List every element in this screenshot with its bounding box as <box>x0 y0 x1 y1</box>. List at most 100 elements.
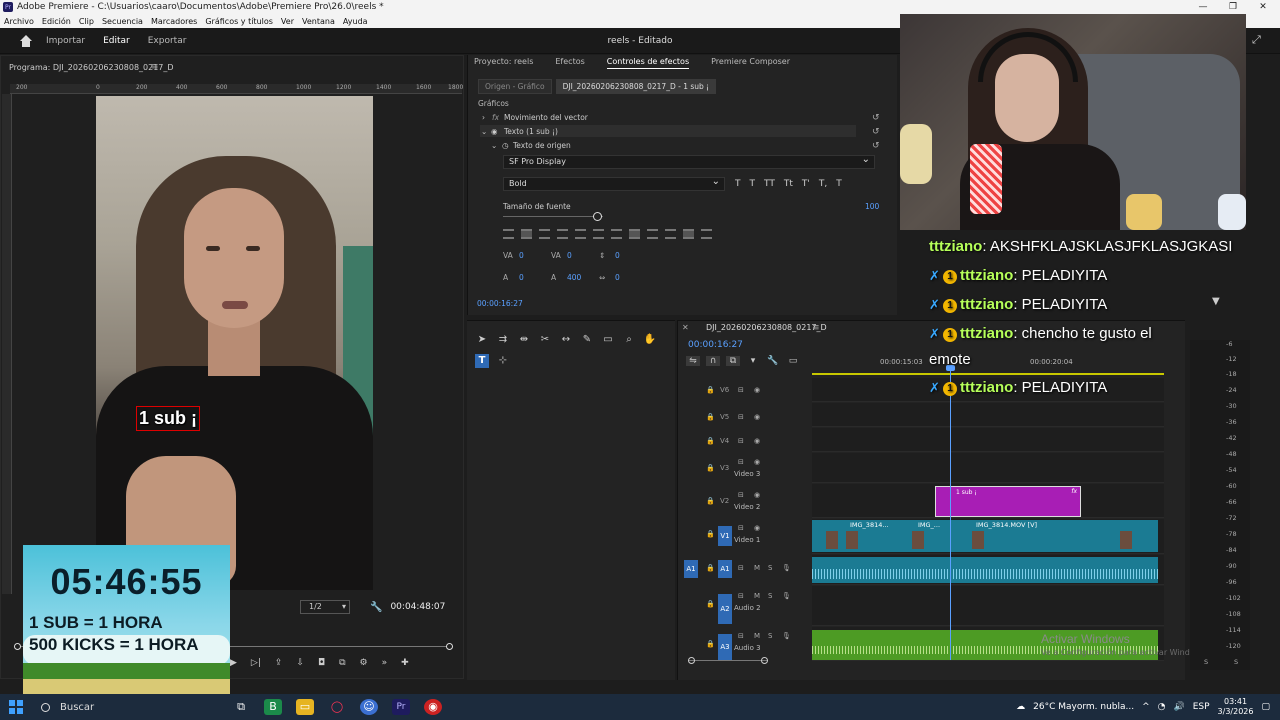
slip-tool-icon[interactable]: ↔ <box>559 333 573 347</box>
timeline-timecode[interactable]: 00:00:16:27 <box>688 340 743 350</box>
menu-graficos[interactable]: Gráficos y títulos <box>205 17 273 26</box>
superscript-button[interactable]: T' <box>802 179 810 189</box>
linked-selection-icon[interactable]: ⧉ <box>726 356 740 366</box>
clip-audio-1[interactable] <box>812 557 1158 583</box>
mute-button[interactable]: M <box>754 592 760 600</box>
kerning-value[interactable]: 0 <box>519 251 551 260</box>
lock-icon[interactable]: 🔒 <box>706 497 715 505</box>
tab-proyecto[interactable]: Proyecto: reels <box>474 57 533 69</box>
font-size-slider[interactable] <box>503 216 603 217</box>
mute-button[interactable]: M <box>754 632 760 640</box>
justify-right-icon[interactable] <box>593 229 604 239</box>
track-target-a2[interactable]: A2 <box>718 594 732 624</box>
sync-icon[interactable]: ⊟ <box>738 632 744 640</box>
menu-marcadores[interactable]: Marcadores <box>151 17 197 26</box>
track-target-a3[interactable]: A3 <box>718 634 732 660</box>
font-style-dropdown[interactable]: Bold <box>503 176 725 191</box>
eye-icon[interactable]: ◉ <box>491 127 498 136</box>
clock[interactable]: 03:41 3/3/2026 <box>1218 697 1254 717</box>
solo-button[interactable]: S <box>768 564 772 572</box>
ltr-icon[interactable] <box>683 229 694 239</box>
lock-icon[interactable]: 🔒 <box>706 386 715 394</box>
sync-icon[interactable]: ⊟ <box>738 592 744 600</box>
italic-button[interactable]: T <box>750 179 756 189</box>
task-view-icon[interactable]: ⧉ <box>232 699 250 715</box>
eye-icon[interactable]: ◉ <box>754 413 760 421</box>
tsume-value[interactable]: 400 <box>567 273 599 282</box>
lock-icon[interactable]: 🔒 <box>706 600 715 608</box>
timeline-ruler[interactable]: 00:00:15:03 00:00:20:04 <box>812 353 1164 375</box>
menu-edicion[interactable]: Edición <box>42 17 71 26</box>
line-spacing-value[interactable]: 0 <box>615 273 647 282</box>
marker-icon[interactable]: ▾ <box>746 356 760 366</box>
menu-ver[interactable]: Ver <box>281 17 294 26</box>
network-icon[interactable]: ◔ <box>1158 702 1166 712</box>
menu-secuencia[interactable]: Secuencia <box>102 17 143 26</box>
rectangle-tool-icon[interactable]: ▭ <box>601 333 615 347</box>
align-center-icon[interactable] <box>521 229 532 239</box>
maximize-button[interactable]: ❐ <box>1218 0 1248 14</box>
eye-icon[interactable]: ◉ <box>754 491 760 499</box>
zoom-handle-left[interactable] <box>688 657 695 664</box>
small-caps-button[interactable]: Tt <box>784 179 793 189</box>
close-tab-icon[interactable]: ✕ <box>682 323 689 332</box>
track-select-tool-icon[interactable]: ⇉ <box>496 333 510 347</box>
ripple-edit-tool-icon[interactable]: ⇹ <box>517 333 531 347</box>
menu-archivo[interactable]: Archivo <box>4 17 34 26</box>
home-icon[interactable] <box>20 34 32 47</box>
scrub-start-handle[interactable] <box>14 643 21 650</box>
discord-icon[interactable]: ☺ <box>360 699 378 715</box>
close-button[interactable]: ✕ <box>1248 0 1278 14</box>
panel-menu-icon[interactable]: ≡ <box>812 323 820 333</box>
step-forward-icon[interactable]: ▷| <box>251 658 261 668</box>
all-caps-button[interactable]: TT <box>764 179 775 189</box>
effect-vector-motion[interactable]: Movimiento del vector <box>504 113 588 122</box>
captions-icon[interactable]: ▭ <box>786 356 800 366</box>
tab-exportar[interactable]: Exportar <box>148 36 187 46</box>
windows-start-icon[interactable] <box>9 700 23 714</box>
effects-timecode[interactable]: 00:00:16:27 <box>477 299 523 308</box>
tab-importar[interactable]: Importar <box>46 36 85 46</box>
solo-left-button[interactable]: S <box>1204 658 1208 666</box>
chevron-down-icon[interactable]: ⌄ <box>491 141 497 150</box>
align-middle-icon[interactable] <box>647 229 658 239</box>
align-right-icon[interactable] <box>539 229 550 239</box>
menu-clip[interactable]: Clip <box>79 17 94 26</box>
mic-icon[interactable]: 🎙 <box>782 632 791 640</box>
sync-icon[interactable]: ⊟ <box>738 437 744 445</box>
justify-center-icon[interactable] <box>575 229 586 239</box>
fullscreen-icon[interactable]: ⤢ <box>1252 33 1261 47</box>
lock-icon[interactable]: 🔒 <box>706 413 715 421</box>
timeline-zoom-bar[interactable] <box>688 660 768 661</box>
play-icon[interactable]: ▶ <box>230 658 237 668</box>
lock-icon[interactable]: 🔒 <box>706 464 715 472</box>
chevron-right-icon[interactable]: › <box>482 113 485 122</box>
clip-video-1[interactable]: IMG_3814... IMG_... IMG_3814.MOV [V] <box>812 520 1158 552</box>
filter-icon[interactable]: ▼ <box>1212 296 1220 307</box>
eye-icon[interactable]: ◉ <box>754 524 760 532</box>
sequence-name[interactable]: DJI_20260206230808_0217_D <box>706 323 827 332</box>
panel-menu-icon[interactable]: ≡ <box>151 62 159 72</box>
eye-icon[interactable]: ◉ <box>754 437 760 445</box>
clip-subtitle-graphic[interactable]: 1 sub ¡ fx <box>935 486 1081 517</box>
wrench-icon[interactable]: 🔧 <box>766 356 780 366</box>
solo-right-button[interactable]: S <box>1234 658 1238 666</box>
extract-icon[interactable]: ⇩ <box>296 658 304 668</box>
font-size-slider-handle[interactable] <box>593 212 602 221</box>
settings-icon[interactable]: ⚙ <box>360 658 368 668</box>
language-indicator[interactable]: ESP <box>1193 702 1210 712</box>
sync-icon[interactable]: ⊟ <box>738 386 744 394</box>
baseline-value[interactable]: 0 <box>519 273 551 282</box>
reset-icon[interactable]: ↺ <box>872 127 880 137</box>
underline-button[interactable]: T <box>836 179 842 189</box>
rtl-icon[interactable] <box>701 229 712 239</box>
lock-icon[interactable]: 🔒 <box>706 640 715 648</box>
b-app-icon[interactable]: B <box>264 699 282 715</box>
pen-tool-icon[interactable]: ✎ <box>580 333 594 347</box>
effect-text[interactable]: Texto (1 sub ¡) <box>504 127 558 136</box>
tab-premiere-composer[interactable]: Premiere Composer <box>711 57 790 69</box>
selection-tool-icon[interactable]: ➤ <box>475 333 489 347</box>
weather-text[interactable]: 26°C Mayorm. nubla... <box>1033 702 1134 712</box>
volume-icon[interactable]: 🔊 <box>1174 702 1185 712</box>
taskbar-search[interactable]: Buscar <box>41 702 94 713</box>
